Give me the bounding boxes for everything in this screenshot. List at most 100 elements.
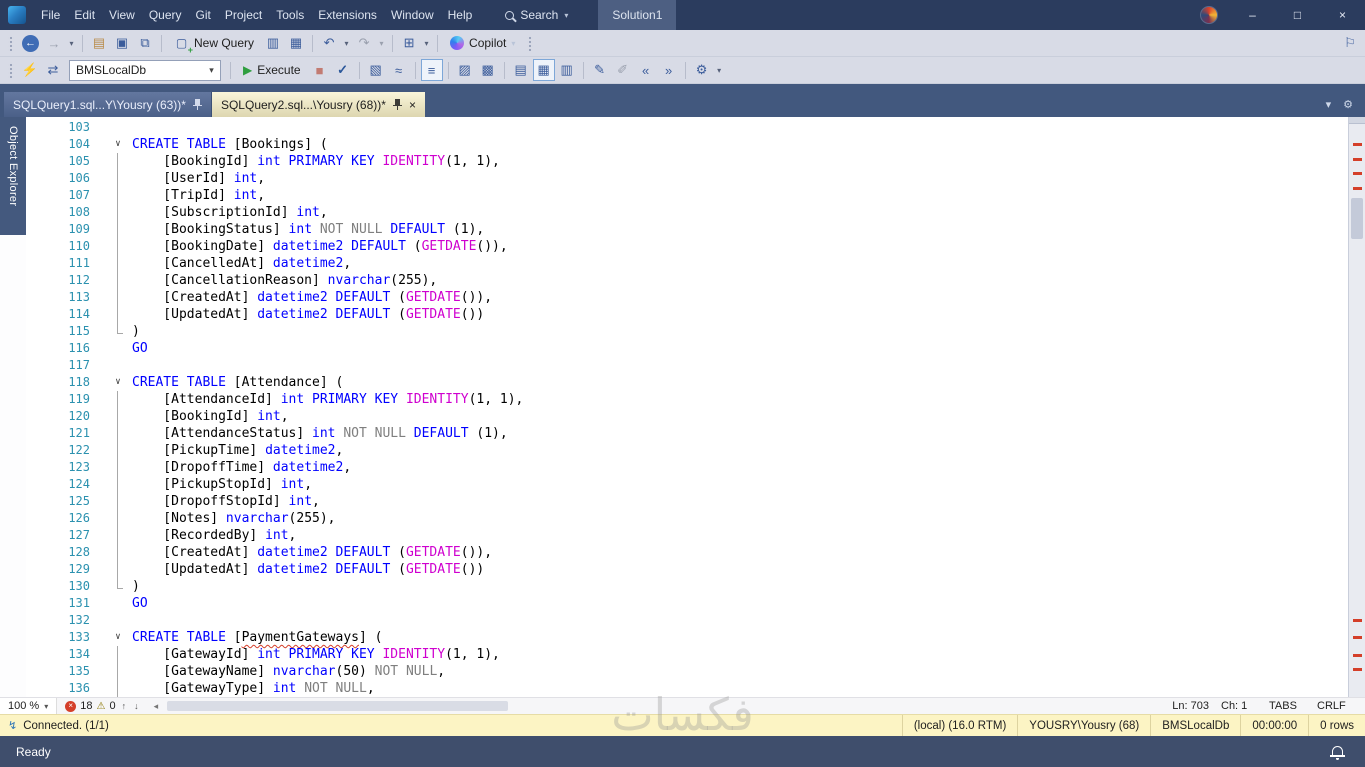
code-line[interactable]: 132 bbox=[26, 612, 1348, 629]
breakpoint-margin[interactable] bbox=[26, 391, 56, 408]
hscroll-left-icon[interactable]: ◂ bbox=[149, 701, 164, 712]
undo-dropdown-icon[interactable]: ▾ bbox=[341, 32, 352, 54]
menu-item-view[interactable]: View bbox=[102, 0, 142, 30]
breakpoint-margin[interactable] bbox=[26, 272, 56, 289]
fold-collapse-icon[interactable]: ∨ bbox=[110, 629, 126, 646]
solution-badge[interactable]: Solution1 bbox=[598, 0, 677, 30]
pin-icon[interactable] bbox=[192, 99, 202, 110]
breakpoint-margin[interactable] bbox=[26, 289, 56, 306]
menu-item-help[interactable]: Help bbox=[441, 0, 480, 30]
breakpoint-margin[interactable] bbox=[26, 425, 56, 442]
code-line[interactable]: 124 [PickupStopId] int, bbox=[26, 476, 1348, 493]
redo-icon[interactable]: ↷ bbox=[353, 32, 375, 54]
breakpoint-margin[interactable] bbox=[26, 680, 56, 697]
breakpoint-margin[interactable] bbox=[26, 493, 56, 510]
tab-list-dropdown-icon[interactable]: ▾ bbox=[1326, 98, 1332, 111]
breakpoint-margin[interactable] bbox=[26, 187, 56, 204]
code-line[interactable]: 119 [AttendanceId] int PRIMARY KEY IDENT… bbox=[26, 391, 1348, 408]
splitter-handle[interactable] bbox=[1349, 117, 1365, 124]
redo-dropdown-icon[interactable]: ▾ bbox=[376, 32, 387, 54]
chevron-down-icon[interactable]: ▾ bbox=[564, 11, 568, 20]
code-line[interactable]: 130) bbox=[26, 578, 1348, 595]
chevron-down-icon[interactable]: ▾ bbox=[203, 65, 220, 76]
results-to-grid-icon[interactable]: ▦ bbox=[532, 59, 555, 81]
document-tab[interactable]: SQLQuery1.sql...Y\Yousry (63))* bbox=[4, 92, 212, 117]
minimize-button[interactable]: – bbox=[1230, 0, 1275, 30]
close-icon[interactable]: × bbox=[409, 99, 416, 111]
document-tab[interactable]: SQLQuery2.sql...\Yousry (68))* × bbox=[211, 92, 425, 117]
breakpoint-margin[interactable] bbox=[26, 119, 56, 136]
breakpoint-margin[interactable] bbox=[26, 357, 56, 374]
code-line[interactable]: 106 [UserId] int, bbox=[26, 170, 1348, 187]
menu-item-extensions[interactable]: Extensions bbox=[311, 0, 384, 30]
menu-item-window[interactable]: Window bbox=[384, 0, 441, 30]
code-line[interactable]: 108 [SubscriptionId] int, bbox=[26, 204, 1348, 221]
breakpoint-margin[interactable] bbox=[26, 544, 56, 561]
menu-item-file[interactable]: File bbox=[34, 0, 67, 30]
toolbar-overflow-icon[interactable]: ▾ bbox=[714, 59, 725, 81]
breakpoint-margin[interactable] bbox=[26, 527, 56, 544]
designer-dropdown-icon[interactable]: ▾ bbox=[421, 32, 432, 54]
undo-icon[interactable]: ↶ bbox=[318, 32, 340, 54]
breakpoint-margin[interactable] bbox=[26, 629, 56, 646]
code-line[interactable]: 115) bbox=[26, 323, 1348, 340]
execute-button[interactable]: ▶ Execute bbox=[236, 59, 308, 81]
new-database-engine-query-icon[interactable]: ▥ bbox=[262, 32, 284, 54]
code-line[interactable]: 128 [CreatedAt] datetime2 DEFAULT (GETDA… bbox=[26, 544, 1348, 561]
code-line[interactable]: 126 [Notes] nvarchar(255), bbox=[26, 510, 1348, 527]
breakpoint-margin[interactable] bbox=[26, 646, 56, 663]
code-line[interactable]: 109 [BookingStatus] int NOT NULL DEFAULT… bbox=[26, 221, 1348, 238]
breakpoint-margin[interactable] bbox=[26, 255, 56, 272]
code-line[interactable]: 111 [CancelledAt] datetime2, bbox=[26, 255, 1348, 272]
include-client-statistics-icon[interactable]: ▩ bbox=[477, 59, 499, 81]
code-line[interactable]: 107 [TripId] int, bbox=[26, 187, 1348, 204]
menu-item-git[interactable]: Git bbox=[189, 0, 218, 30]
open-file-icon[interactable]: ▤ bbox=[88, 32, 110, 54]
open-query-icon[interactable]: ▦ bbox=[285, 32, 307, 54]
code-line[interactable]: 135 [GatewayName] nvarchar(50) NOT NULL, bbox=[26, 663, 1348, 680]
breakpoint-margin[interactable] bbox=[26, 663, 56, 680]
menu-item-edit[interactable]: Edit bbox=[67, 0, 102, 30]
intellisense-enabled-icon[interactable]: ≡ bbox=[420, 59, 443, 81]
eol-indicator[interactable]: CRLF bbox=[1311, 700, 1359, 712]
save-all-icon[interactable]: ⧉ bbox=[134, 32, 156, 54]
increase-indent-icon[interactable]: » bbox=[658, 59, 680, 81]
include-actual-plan-icon[interactable]: ▨ bbox=[454, 59, 476, 81]
code-line[interactable]: 136 [GatewayType] int NOT NULL, bbox=[26, 680, 1348, 697]
feedback-icon[interactable]: ⚐ bbox=[1339, 32, 1361, 54]
breakpoint-margin[interactable] bbox=[26, 221, 56, 238]
code-line[interactable]: 123 [DropoffTime] datetime2, bbox=[26, 459, 1348, 476]
menu-item-project[interactable]: Project bbox=[218, 0, 269, 30]
code-line[interactable]: 125 [DropoffStopId] int, bbox=[26, 493, 1348, 510]
copilot-dropdown-icon[interactable]: ▾ bbox=[511, 39, 515, 48]
code-line[interactable]: 116 GO bbox=[26, 340, 1348, 357]
error-summary[interactable]: × 18 ⚠ 0 ↑ ↓ bbox=[57, 700, 148, 712]
chevron-down-icon[interactable]: ▾ bbox=[44, 702, 48, 711]
breakpoint-margin[interactable] bbox=[26, 170, 56, 187]
zoom-selector[interactable]: 100 % ▾ bbox=[0, 698, 58, 714]
object-explorer-tab[interactable]: Object Explorer bbox=[0, 117, 26, 235]
fold-collapse-icon[interactable]: ∨ bbox=[110, 374, 126, 391]
maximize-button[interactable]: □ bbox=[1275, 0, 1320, 30]
toolbar-grip[interactable] bbox=[527, 35, 534, 51]
code-line[interactable]: 110 [BookingDate] datetime2 DEFAULT (GET… bbox=[26, 238, 1348, 255]
code-line[interactable]: 117 bbox=[26, 357, 1348, 374]
comment-icon[interactable]: ✎ bbox=[589, 59, 611, 81]
breakpoint-margin[interactable] bbox=[26, 578, 56, 595]
template-parameters-icon[interactable]: ⚙ bbox=[691, 59, 713, 81]
breakpoint-margin[interactable] bbox=[26, 204, 56, 221]
code-line[interactable]: 118 ∨ CREATE TABLE [Attendance] ( bbox=[26, 374, 1348, 391]
breakpoint-margin[interactable] bbox=[26, 153, 56, 170]
search-box[interactable]: Search ▾ bbox=[495, 0, 578, 30]
close-button[interactable]: × bbox=[1320, 0, 1365, 30]
code-line[interactable]: 120 [BookingId] int, bbox=[26, 408, 1348, 425]
breakpoint-margin[interactable] bbox=[26, 340, 56, 357]
uncomment-icon[interactable]: ✐ bbox=[612, 59, 634, 81]
breakpoint-margin[interactable] bbox=[26, 238, 56, 255]
breakpoint-margin[interactable] bbox=[26, 476, 56, 493]
code-line[interactable]: 112 [CancellationReason] nvarchar(255), bbox=[26, 272, 1348, 289]
breakpoint-margin[interactable] bbox=[26, 442, 56, 459]
breakpoint-margin[interactable] bbox=[26, 561, 56, 578]
new-query-button[interactable]: ▢ + New Query bbox=[167, 32, 261, 55]
decrease-indent-icon[interactable]: « bbox=[635, 59, 657, 81]
